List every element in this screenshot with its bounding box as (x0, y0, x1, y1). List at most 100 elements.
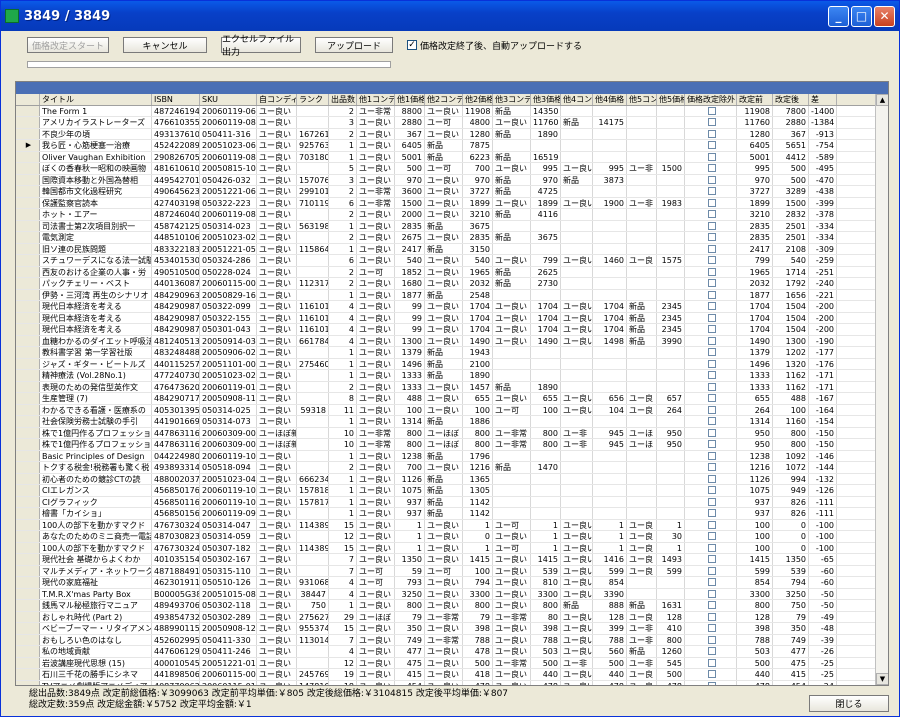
exclude-checkbox[interactable] (685, 324, 737, 335)
exclude-checkbox[interactable] (685, 128, 737, 139)
exclude-checkbox[interactable] (685, 657, 737, 668)
column-header[interactable]: ランク (297, 94, 329, 105)
table-row[interactable]: おもしろい色のはなし4526029955050411-330ユー良い113014… (16, 634, 888, 646)
table-row[interactable]: 西友のおける企業の人事・労 4905105003 050228-024 ユー良い 2 ユー… (16, 266, 888, 278)
table-row[interactable]: スチュワーデスになる法一試験 4534015305 050324-286 ユー良い 6 ユ… (16, 255, 888, 267)
table-row[interactable]: パックチェリー・ベスト 4401360877 20060115-002 ユー良い 112… (16, 278, 888, 290)
exclude-checkbox[interactable] (685, 243, 737, 254)
table-row[interactable]: 保護監察官読本 4274031985 050322-223 ユー良い 710119 6 ユー… (16, 197, 888, 209)
exclude-checkbox[interactable] (685, 623, 737, 634)
table-row[interactable]: 現代日本経済を考える4842909870050322-099ユー良い116101… (16, 301, 888, 313)
table-row[interactable]: 韓国都市文化過程研究 4906456235 20051221-061 ユー良い 2991… (16, 186, 888, 198)
exclude-checkbox[interactable] (685, 646, 737, 657)
column-header[interactable]: 他2価格 (463, 94, 493, 105)
column-header[interactable]: 他3価格 (531, 94, 561, 105)
table-row[interactable]: TVアニメ劇場版アニメディア 4087790622 20060115-011 ユー良い… (16, 680, 888, 685)
table-row[interactable]: The Form 1 4872461940 20060119-063 ユー良い 2 ユー非… (16, 105, 888, 117)
table-row[interactable]: 銭馬マル秘極旅行マニュア 4894937061 050302-118 ユー良い 750 1… (16, 600, 888, 612)
upload-button[interactable]: アップロード (315, 37, 393, 53)
table-row[interactable]: おしゃれ時代 (Part 2) 4938547325 050302-289 ユー良い 2… (16, 611, 888, 623)
exclude-checkbox[interactable] (685, 519, 737, 530)
scroll-up-icon[interactable]: ▲ (876, 94, 888, 106)
table-row[interactable]: 現代日本経済を考える4842909870050301-043ユー良い116101… (16, 324, 888, 336)
table-row[interactable]: 私の地域貢献447606129X050411-246ユー良い4ユー良い477ユー… (16, 646, 888, 658)
exclude-checkbox[interactable] (685, 462, 737, 473)
vertical-scrollbar[interactable]: ▲ ▼ (875, 94, 888, 685)
table-row[interactable]: 現代の家庭福祉462301911X050510-126ユー良い9310684ユー… (16, 577, 888, 589)
table-row[interactable]: 石川三千花の勝手にシネマ 4418985069 20060115-004 ユー良い 24… (16, 669, 888, 681)
column-header[interactable]: ISBN (152, 94, 200, 105)
exclude-checkbox[interactable] (685, 347, 737, 358)
excel-export-button[interactable]: エクセルファイル出力 (221, 35, 301, 58)
maximize-icon[interactable]: □ (851, 5, 872, 27)
table-row[interactable]: 株で1億円作るプロフェッショナ 4478631166 20060309-006 ユーほ… (16, 427, 888, 439)
table-row[interactable]: ベビーブーマー・リタイアメント 4889901159 20050908-124 ユー良… (16, 623, 888, 635)
minimize-icon[interactable]: _ (828, 5, 849, 27)
table-row[interactable]: わかるできる看護・医療系の405301395X050314-025ユー良い593… (16, 404, 888, 416)
table-row[interactable]: 初心者のための鍍診CTの読 4880020370 20051023-046 ユー良い 6… (16, 473, 888, 485)
exclude-checkbox[interactable] (685, 634, 737, 645)
column-header[interactable]: 改定前 (737, 94, 773, 105)
table-row[interactable]: 精神療法 (Vol.28No.1) 4772407308 20051023-025 ユ… (16, 370, 888, 382)
exclude-checkbox[interactable] (685, 151, 737, 162)
exclude-checkbox[interactable] (685, 335, 737, 346)
column-header[interactable]: 他5価格 (657, 94, 685, 105)
exclude-checkbox[interactable] (685, 485, 737, 496)
table-row[interactable]: ぼくの香春秋一昭和の映画物 4816106103 20050815-108 ユー良い 5… (16, 163, 888, 175)
exclude-checkbox[interactable] (685, 266, 737, 277)
exclude-checkbox[interactable] (685, 600, 737, 611)
table-row[interactable]: 司法書士第2次項目別択一 4587421251 050314-023 ユー良い 5631… (16, 220, 888, 232)
exclude-checkbox[interactable] (685, 220, 737, 231)
table-row[interactable]: 100人の部下を動かすマクド 4767303249 050314-047 ユー良い 11… (16, 519, 888, 531)
table-row[interactable]: 現代社会 基礎からよくわか 4010351543 050302-167 ユー良い 7 ユー… (16, 554, 888, 566)
table-row[interactable]: 教科書学習 第一学習社版 4832484885 20050906-020 ユー良い 1 ユ… (16, 347, 888, 359)
table-row[interactable]: ▶ 我ら匠・心筋梗塞一治療 4524220895 20051023-064 ユー良い 92… (16, 140, 888, 152)
exclude-checkbox[interactable] (685, 565, 737, 576)
exclude-checkbox[interactable] (685, 163, 737, 174)
exclude-checkbox[interactable] (685, 174, 737, 185)
exclude-checkbox[interactable] (685, 312, 737, 323)
table-row[interactable]: 旧ソ連の民族問題483322183720051221-051ユー良い115864… (16, 243, 888, 255)
exclude-checkbox[interactable] (685, 358, 737, 369)
exclude-checkbox[interactable] (685, 427, 737, 438)
exclude-checkbox[interactable] (685, 232, 737, 243)
column-header[interactable]: 価格改定除外 (685, 94, 737, 105)
exclude-checkbox[interactable] (685, 473, 737, 484)
close-button[interactable]: 閉じる (809, 695, 889, 712)
table-row[interactable]: あなたのためのミニ商売一電話 4870308231 050314-059 ユー良い 12… (16, 531, 888, 543)
exclude-checkbox[interactable] (685, 577, 737, 588)
exclude-checkbox[interactable] (685, 105, 737, 116)
column-header[interactable]: 他2コンディ (425, 94, 463, 105)
table-row[interactable]: 株で1億円作るプロフェッショナ 4478631166 20060309-007 ユーほ… (16, 439, 888, 451)
exclude-checkbox[interactable] (685, 554, 737, 565)
table-row[interactable]: 生産管理 (7) 4842907177 20050908-111 ユー良い 8 ユー良い 4… (16, 393, 888, 405)
column-header[interactable]: 他1コンディ (357, 94, 395, 105)
column-header[interactable]: 他5コンテ (627, 94, 657, 105)
table-row[interactable]: マルチメディア・ネットワーク 4871884910 050315-110 ユー良い 7 ユ… (16, 565, 888, 577)
table-row[interactable]: アメリカイラストレーターズ 4766103556 20060119-080 ユー良い 3… (16, 117, 888, 129)
exclude-checkbox[interactable] (685, 301, 737, 312)
start-revision-button[interactable]: 価格改定スタート (27, 37, 109, 53)
column-header[interactable]: 差 (809, 94, 837, 105)
table-row[interactable]: Oliver Vaughan Exhibition 2908267055 20060… (16, 151, 888, 163)
column-header[interactable]: 他1価格 (395, 94, 425, 105)
exclude-checkbox[interactable] (685, 588, 737, 599)
exclude-checkbox[interactable] (685, 680, 737, 685)
column-header[interactable]: 改定後 (773, 94, 809, 105)
exclude-checkbox[interactable] (685, 209, 737, 220)
exclude-checkbox[interactable] (685, 117, 737, 128)
column-header[interactable]: SKU (200, 94, 257, 105)
column-header[interactable]: 他4価格 (593, 94, 627, 105)
table-row[interactable]: T.M.R.X'mas Party Box B00005G38 20051015-0… (16, 588, 888, 600)
exclude-checkbox[interactable] (685, 611, 737, 622)
exclude-checkbox[interactable] (685, 140, 737, 151)
exclude-checkbox[interactable] (685, 370, 737, 381)
exclude-checkbox[interactable] (685, 416, 737, 427)
table-row[interactable]: 電気測定 4485101061 20051023-029 ユー良い 2 ユー良い 2675 ユ… (16, 232, 888, 244)
exclude-checkbox[interactable] (685, 439, 737, 450)
exclude-checkbox[interactable] (685, 496, 737, 507)
exclude-checkbox[interactable] (685, 508, 737, 519)
close-icon[interactable]: ✕ (874, 5, 895, 27)
column-header[interactable]: タイトル (40, 94, 152, 105)
table-row[interactable]: 現代日本経済を考える4842909870050322-155ユー良い116101… (16, 312, 888, 324)
